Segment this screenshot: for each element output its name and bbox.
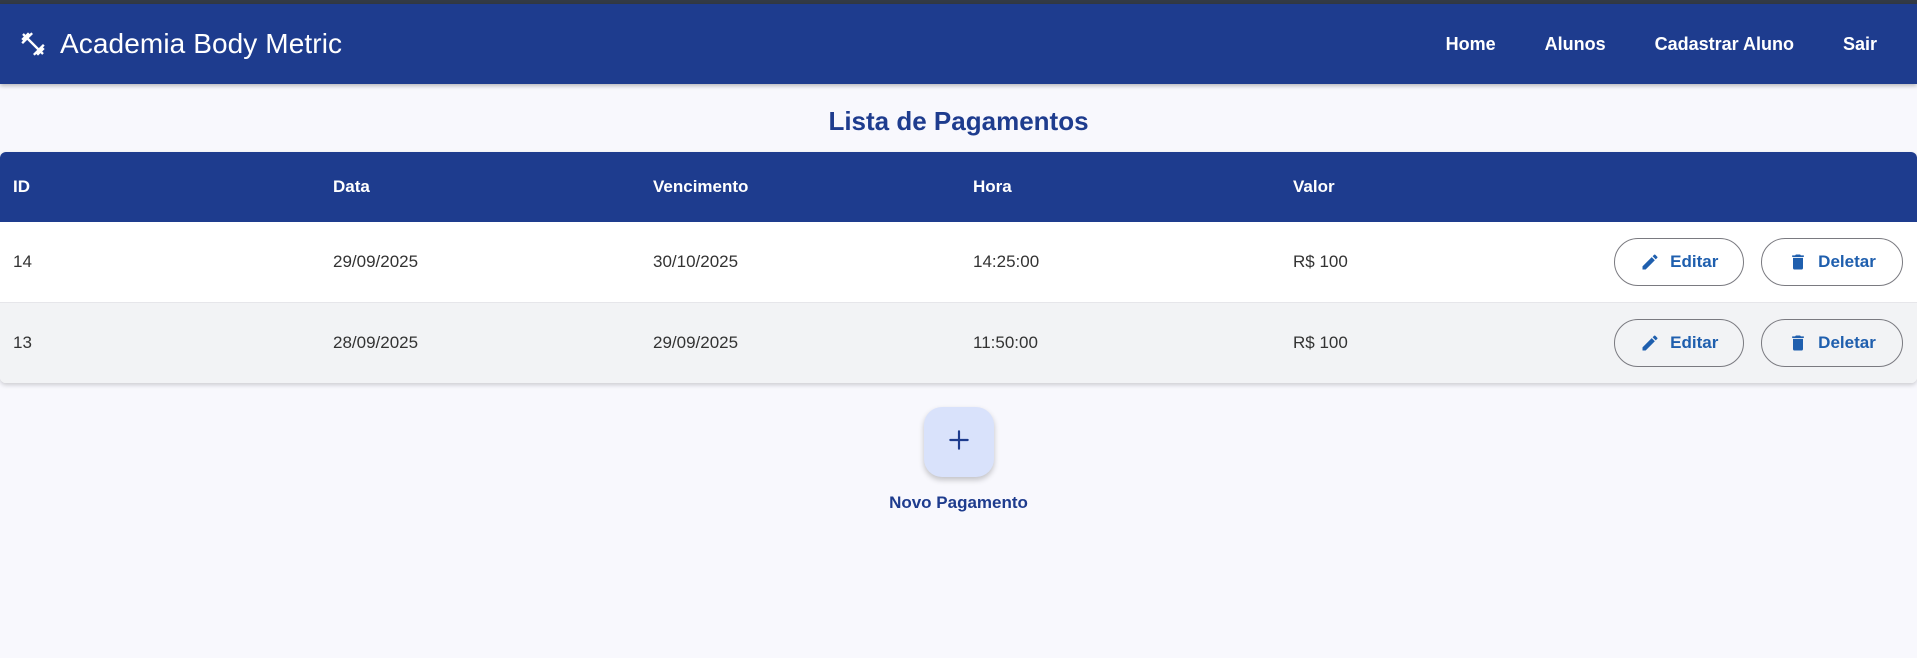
edit-button-label: Editar xyxy=(1670,333,1719,352)
new-payment-area: Novo Pagamento xyxy=(0,407,1917,513)
app-title: Academia Body Metric xyxy=(60,28,343,59)
table-body: 14 29/09/2025 30/10/2025 14:25:00 R$ 100… xyxy=(0,222,1917,383)
column-header-valor: Valor xyxy=(1293,177,1335,196)
table-header: ID Data Vencimento Hora Valor xyxy=(0,152,1917,222)
delete-button-label: Deletar xyxy=(1818,252,1876,271)
column-header-data: Data xyxy=(333,177,370,196)
payments-table-container: ID Data Vencimento Hora Valor 14 29/09/2… xyxy=(0,152,1917,383)
cell-vencimento: 29/09/2025 xyxy=(653,333,739,352)
cell-hora: 11:50:00 xyxy=(973,333,1038,352)
cell-hora: 14:25:00 xyxy=(973,252,1040,271)
cell-actions: Editar Deletar xyxy=(1600,303,1917,384)
dumbbell-icon xyxy=(18,29,48,59)
delete-button-label: Deletar xyxy=(1818,333,1876,352)
nav-item-sair[interactable]: Sair xyxy=(1823,24,1897,65)
payments-table: ID Data Vencimento Hora Valor 14 29/09/2… xyxy=(0,152,1917,383)
app-bar: Academia Body Metric Home Alunos Cadastr… xyxy=(0,4,1917,84)
edit-button[interactable]: Editar xyxy=(1614,238,1745,286)
nav-item-home[interactable]: Home xyxy=(1426,24,1516,65)
edit-button[interactable]: Editar xyxy=(1614,319,1745,367)
table-row: 14 29/09/2025 30/10/2025 14:25:00 R$ 100… xyxy=(0,222,1917,303)
brand[interactable]: Academia Body Metric xyxy=(18,28,342,60)
main-content: Lista de Pagamentos ID Data Vencimento H… xyxy=(0,104,1917,513)
table-row: 13 28/09/2025 29/09/2025 11:50:00 R$ 100… xyxy=(0,302,1917,384)
table-header-row: ID Data Vencimento Hora Valor xyxy=(0,152,1917,222)
cell-valor: R$ 100 xyxy=(1293,252,1348,271)
trash-icon xyxy=(1788,252,1808,272)
cell-actions: Editar Deletar xyxy=(1600,222,1917,303)
column-header-id: ID xyxy=(13,177,30,196)
page-title: Lista de Pagamentos xyxy=(828,106,1089,136)
trash-icon xyxy=(1788,333,1808,353)
column-header-actions xyxy=(1600,152,1917,222)
plus-icon xyxy=(946,427,972,458)
nav-item-cadastrar-aluno[interactable]: Cadastrar Aluno xyxy=(1635,24,1814,65)
new-payment-button[interactable] xyxy=(923,407,994,477)
pencil-icon xyxy=(1640,333,1660,353)
cell-valor: R$ 100 xyxy=(1293,333,1348,352)
column-header-hora: Hora xyxy=(973,177,1012,196)
pencil-icon xyxy=(1640,252,1660,272)
cell-id: 13 xyxy=(13,333,32,352)
new-payment-label[interactable]: Novo Pagamento xyxy=(889,493,1028,513)
cell-data: 28/09/2025 xyxy=(333,333,419,352)
nav-item-alunos[interactable]: Alunos xyxy=(1525,24,1626,65)
column-header-vencimento: Vencimento xyxy=(653,177,749,196)
edit-button-label: Editar xyxy=(1670,252,1719,271)
main-nav: Home Alunos Cadastrar Aluno Sair xyxy=(1417,24,1897,65)
cell-data: 29/09/2025 xyxy=(333,252,419,271)
delete-button[interactable]: Deletar xyxy=(1761,319,1903,367)
cell-vencimento: 30/10/2025 xyxy=(653,252,739,271)
cell-id: 14 xyxy=(13,252,32,271)
delete-button[interactable]: Deletar xyxy=(1761,238,1903,286)
